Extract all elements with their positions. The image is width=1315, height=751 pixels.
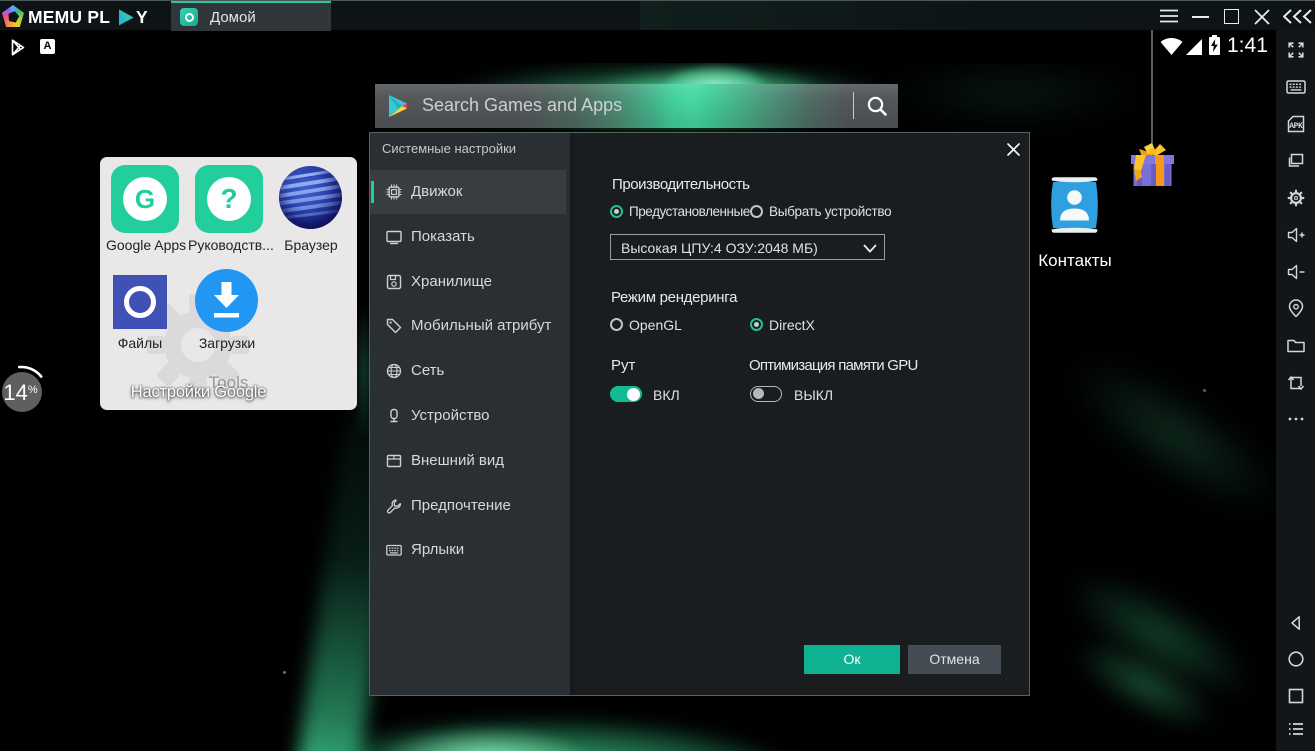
svg-text:APK: APK [1289,122,1303,131]
